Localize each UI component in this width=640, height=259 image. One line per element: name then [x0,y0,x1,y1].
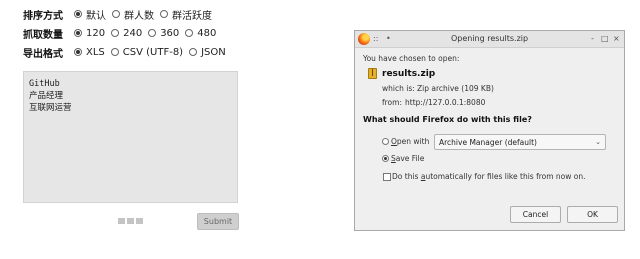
open-with-text: pen with [396,137,430,146]
count-120-radio[interactable] [74,29,82,37]
count-120-label: 120 [86,27,106,39]
count-360-label: 360 [160,27,180,39]
progress-dot [136,218,143,224]
count-360-radio[interactable] [148,29,157,37]
cancel-button[interactable]: Cancel [510,206,561,223]
sort-default-radio[interactable] [74,10,82,18]
progress-dot [118,218,125,224]
format-label: 导出格式 [23,48,63,60]
progress-dot [127,218,134,224]
open-with-app-select[interactable]: Archive Manager (default) ⌄ [434,134,606,150]
format-json-radio[interactable] [189,48,198,56]
sort-default-label: 默认 [86,10,106,22]
keyword-line: 互联网运营 [29,103,72,113]
count-label: 抓取数量 [23,29,63,41]
submit-button[interactable]: Submit [197,213,239,230]
format-csv-radio[interactable] [110,48,119,56]
open-with-radio[interactable] [382,138,389,145]
save-file-radio[interactable] [382,155,389,162]
sort-members-label: 群人数 [124,10,154,22]
file-type-value: Zip archive (109 KB) [417,84,494,93]
dialog-titlebar[interactable]: :: • Opening results.zip - □ × [355,31,624,48]
open-with-label[interactable]: Open with [391,137,429,146]
auto-action-label[interactable]: Do this automatically for files like thi… [392,172,586,181]
keywords-textarea[interactable]: GitHub 产品经理 互联网运营 [23,71,238,203]
source-url: http://127.0.0.1:8080 [405,98,486,107]
auto-prefix: Do this [392,172,421,181]
count-option-480[interactable]: 480 [185,28,216,39]
count-option-240[interactable]: 240 [111,28,142,39]
action-question: What should Firefox do with this file? [363,115,532,124]
sort-option-row: 排序方式 默认 群人数 群活跃度 [23,6,218,22]
dialog-title: Opening results.zip [450,34,529,43]
from-label: from: [382,98,402,107]
save-file-label[interactable]: Save File [391,154,424,163]
count-option-360[interactable]: 360 [148,28,179,39]
count-240-label: 240 [123,27,143,39]
format-json-label: JSON [201,46,226,58]
format-xls-label: XLS [86,46,105,58]
sort-activity-label: 群活跃度 [172,10,212,22]
count-option-120[interactable]: 120 [74,28,105,39]
dialog-intro: You have chosen to open: [363,54,460,63]
sort-label: 排序方式 [23,10,63,22]
format-option-json[interactable]: JSON [189,47,226,58]
count-option-row: 抓取数量 120 240 360 480 [23,25,222,41]
minimize-icon[interactable]: - [591,33,594,45]
format-xls-radio[interactable] [74,48,82,56]
close-icon[interactable]: × [613,33,620,45]
format-option-row: 导出格式 XLS CSV (UTF-8) JSON [23,44,232,60]
ok-button[interactable]: OK [567,206,618,223]
open-file-dialog: :: • Opening results.zip - □ × You have … [354,30,625,231]
keyword-line: 产品经理 [29,91,64,101]
sort-option-activity[interactable]: 群活跃度 [160,7,212,22]
zip-file-icon [368,68,377,79]
keyword-line: GitHub [29,79,60,89]
save-file-text: ave File [395,154,425,163]
format-option-csv[interactable]: CSV (UTF-8) [110,46,184,58]
sort-option-default[interactable]: 默认 [74,7,106,22]
auto-rest: utomatically for files like this from no… [425,172,586,181]
count-480-label: 480 [197,27,217,39]
format-option-xls[interactable]: XLS [74,47,105,58]
file-name: results.zip [382,69,436,79]
sort-option-members[interactable]: 群人数 [112,7,154,22]
chevron-down-icon: ⌄ [595,138,601,146]
sort-members-radio[interactable] [112,10,120,18]
count-240-radio[interactable] [111,29,120,37]
count-480-radio[interactable] [185,29,194,37]
progress-dots [118,218,145,224]
auto-action-checkbox[interactable] [383,173,391,181]
format-csv-label: CSV (UTF-8) [122,46,184,58]
sort-activity-radio[interactable] [160,10,168,18]
which-is-label: which is: [382,84,415,93]
maximize-icon[interactable]: □ [601,33,609,45]
app-select-value: Archive Manager (default) [439,137,537,147]
